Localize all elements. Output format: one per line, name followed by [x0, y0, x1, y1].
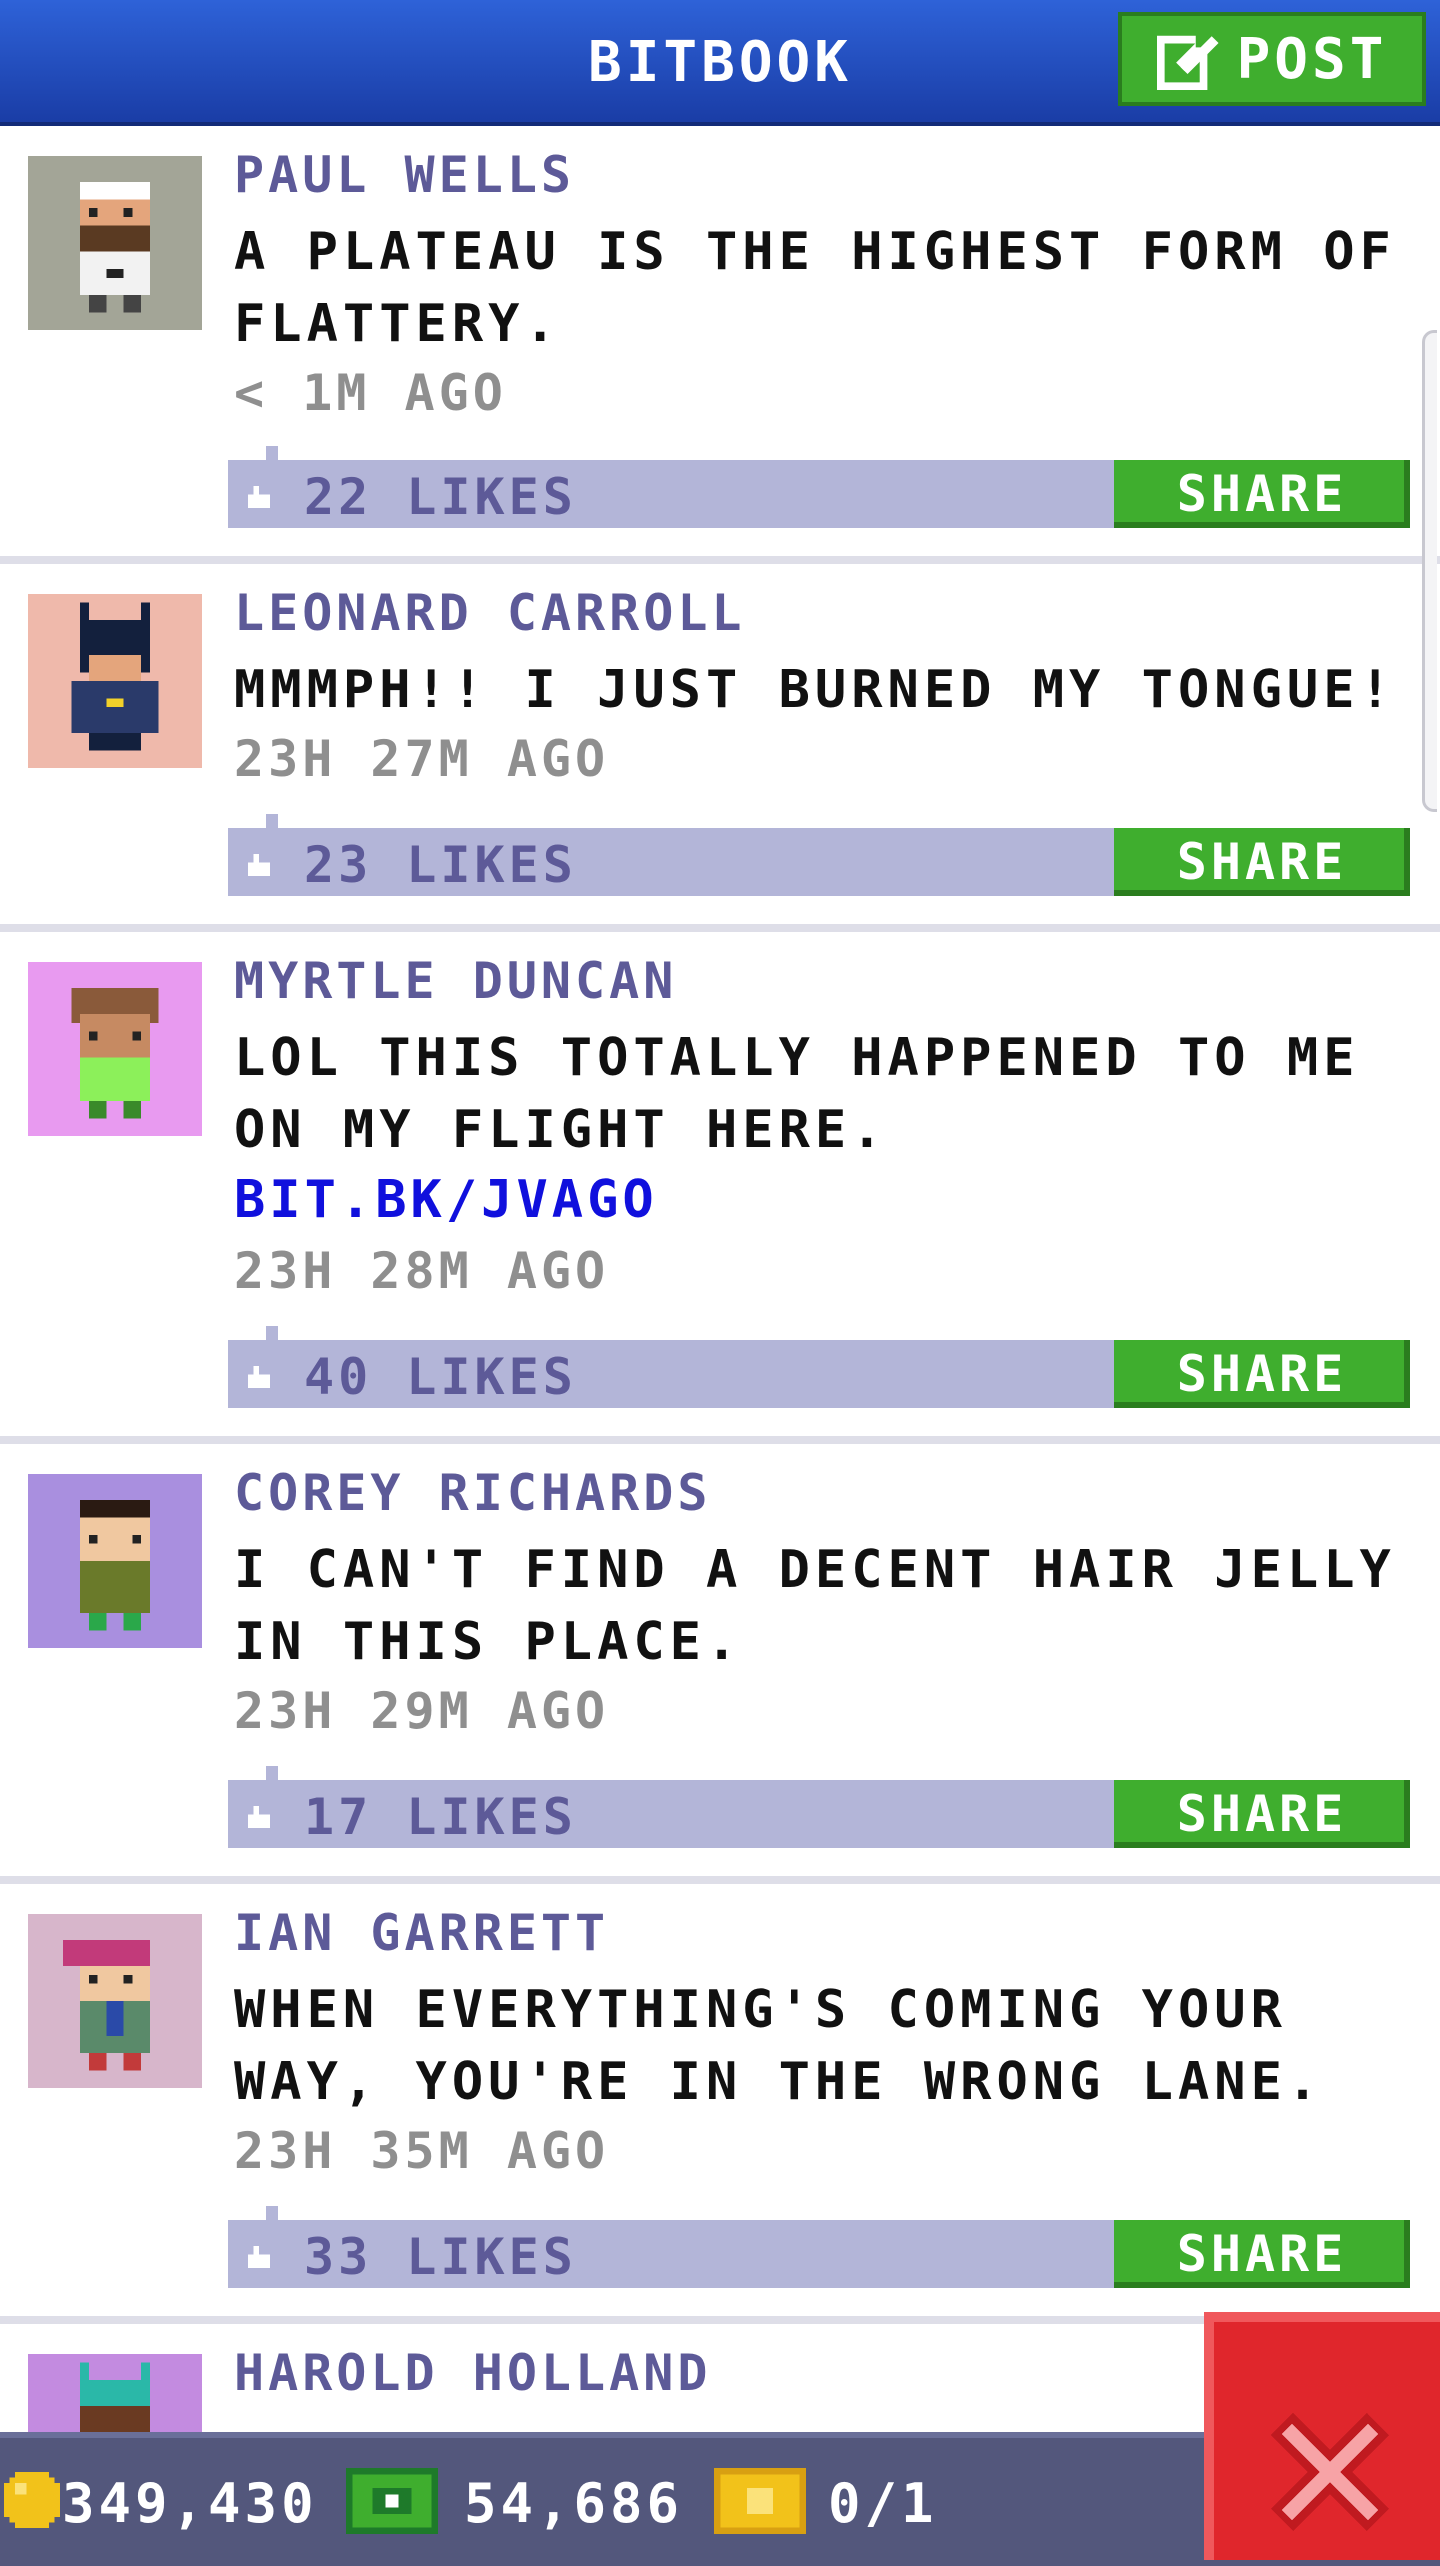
like-bar: 40 LIKES SHARE: [228, 1326, 1410, 1408]
post-time: 23H 29M AGO: [234, 1682, 610, 1740]
avatar[interactable]: [28, 156, 202, 330]
like-bar: 17 LIKES SHARE: [228, 1766, 1410, 1848]
thumbs-up-icon: [248, 1806, 270, 1828]
feed-post: IAN GARRETT WHEN EVERYTHING'S COMING YOU…: [0, 1884, 1440, 2324]
like-bar: 33 LIKES SHARE: [228, 2206, 1410, 2288]
post-button[interactable]: POST: [1118, 12, 1426, 106]
tickets-count: 0/1: [828, 2472, 938, 2535]
like-bar: 22 LIKES SHARE: [228, 446, 1410, 528]
bux-count: 54,686: [464, 2472, 684, 2535]
share-button[interactable]: SHARE: [1114, 460, 1410, 528]
close-button[interactable]: [1204, 2312, 1440, 2560]
thumbs-up-icon: [248, 486, 270, 508]
feed-post: PAUL WELLS A PLATEAU IS THE HIGHEST FORM…: [0, 126, 1440, 564]
post-time: 23H 27M AGO: [234, 730, 610, 788]
post-button-label: POST: [1236, 26, 1388, 92]
likes-count[interactable]: 40 LIKES: [304, 1348, 577, 1406]
coins-count: 349,430: [62, 2472, 318, 2535]
thumbs-up-icon: [248, 854, 270, 876]
like-bar: 23 LIKES SHARE: [228, 814, 1410, 896]
feed-post: COREY RICHARDS I CAN'T FIND A DECENT HAI…: [0, 1444, 1440, 1884]
post-author[interactable]: HAROLD HOLLAND: [234, 2344, 711, 2402]
thumbs-up-icon: [248, 1366, 270, 1388]
feed-post: LEONARD CARROLL MMMPH!! I JUST BURNED MY…: [0, 564, 1440, 932]
likes-count[interactable]: 33 LIKES: [304, 2228, 577, 2286]
post-author[interactable]: LEONARD CARROLL: [234, 584, 746, 642]
post-time: < 1M AGO: [234, 364, 507, 422]
post-author[interactable]: MYRTLE DUNCAN: [234, 952, 677, 1010]
feed-post: MYRTLE DUNCAN LOL THIS TOTALLY HAPPENED …: [0, 932, 1440, 1444]
post-message: WHEN EVERYTHING'S COMING YOUR WAY, YOU'R…: [234, 1980, 1324, 2112]
ticket-icon: [714, 2468, 806, 2534]
post-message: A PLATEAU IS THE HIGHEST FORM OF FLATTER…: [234, 222, 1396, 354]
avatar[interactable]: [28, 594, 202, 768]
post-author[interactable]: COREY RICHARDS: [234, 1464, 711, 1522]
post-link[interactable]: BIT.BK/JVAGO: [234, 1170, 658, 1230]
post-author[interactable]: IAN GARRETT: [234, 1904, 609, 1962]
share-button[interactable]: SHARE: [1114, 828, 1410, 896]
coin-icon: [4, 2472, 60, 2528]
share-button[interactable]: SHARE: [1114, 2220, 1410, 2288]
likes-count[interactable]: 17 LIKES: [304, 1788, 577, 1846]
bux-icon: [346, 2468, 438, 2534]
avatar[interactable]: [28, 1914, 202, 2088]
scrollbar[interactable]: [1422, 330, 1437, 812]
avatar[interactable]: [28, 962, 202, 1136]
app-header: BITBOOK POST: [0, 0, 1440, 126]
post-message: MMMPH!! I JUST BURNED MY TONGUE!: [234, 660, 1396, 720]
likes-count[interactable]: 23 LIKES: [304, 836, 577, 894]
close-icon: [1270, 2412, 1390, 2532]
avatar[interactable]: [28, 1474, 202, 1648]
likes-count[interactable]: 22 LIKES: [304, 468, 577, 526]
post-time: 23H 28M AGO: [234, 1242, 610, 1300]
share-button[interactable]: SHARE: [1114, 1340, 1410, 1408]
edit-icon: [1156, 28, 1219, 90]
thumbs-up-icon: [248, 2246, 270, 2268]
post-message: LOL THIS TOTALLY HAPPENED TO ME ON MY FL…: [234, 1028, 1360, 1160]
post-message: I CAN'T FIND A DECENT HAIR JELLY IN THIS…: [234, 1540, 1396, 1672]
post-author[interactable]: PAUL WELLS: [234, 146, 575, 204]
share-button[interactable]: SHARE: [1114, 1780, 1410, 1848]
post-time: 23H 35M AGO: [234, 2122, 610, 2180]
